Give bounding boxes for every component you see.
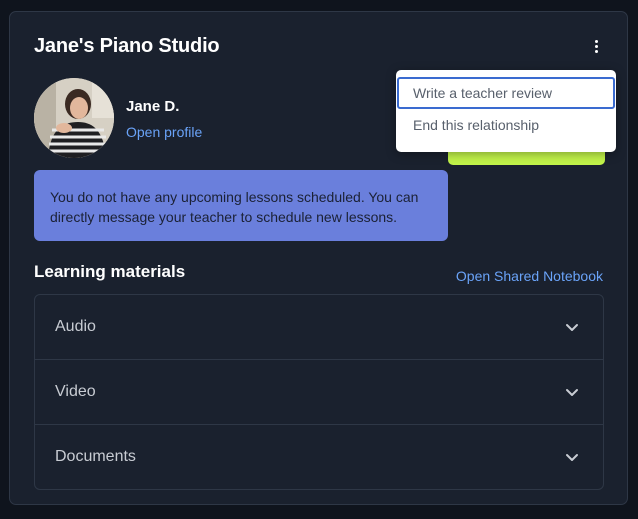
accordion-label: Documents bbox=[55, 448, 136, 465]
chevron-down-icon bbox=[566, 454, 578, 461]
open-shared-notebook-link[interactable]: Open Shared Notebook bbox=[456, 268, 603, 284]
accordion-item-documents[interactable]: Documents bbox=[35, 425, 603, 489]
open-profile-link[interactable]: Open profile bbox=[126, 124, 202, 140]
accordion-label: Video bbox=[55, 383, 96, 400]
teacher-photo bbox=[34, 78, 114, 158]
avatar bbox=[34, 78, 114, 158]
accordion-item-audio[interactable]: Audio bbox=[35, 295, 603, 360]
chevron-down-icon bbox=[566, 389, 578, 396]
accordion-item-video[interactable]: Video bbox=[35, 360, 603, 425]
studio-title: Jane's Piano Studio bbox=[34, 35, 220, 57]
no-lessons-notice: You do not have any upcoming lessons sch… bbox=[34, 170, 448, 241]
accordion-label: Audio bbox=[55, 318, 96, 335]
menu-item-write-review[interactable]: Write a teacher review bbox=[397, 77, 615, 109]
chevron-down-icon bbox=[566, 324, 578, 331]
teacher-name: Jane D. bbox=[126, 98, 180, 115]
kebab-menu-icon bbox=[594, 39, 598, 43]
learning-materials-heading: Learning materials bbox=[34, 262, 186, 281]
materials-accordion: Audio Video Documents bbox=[34, 294, 604, 490]
menu-item-end-relationship[interactable]: End this relationship bbox=[397, 109, 615, 141]
more-options-button[interactable] bbox=[588, 36, 604, 56]
options-dropdown-menu: Write a teacher review End this relation… bbox=[396, 70, 616, 152]
